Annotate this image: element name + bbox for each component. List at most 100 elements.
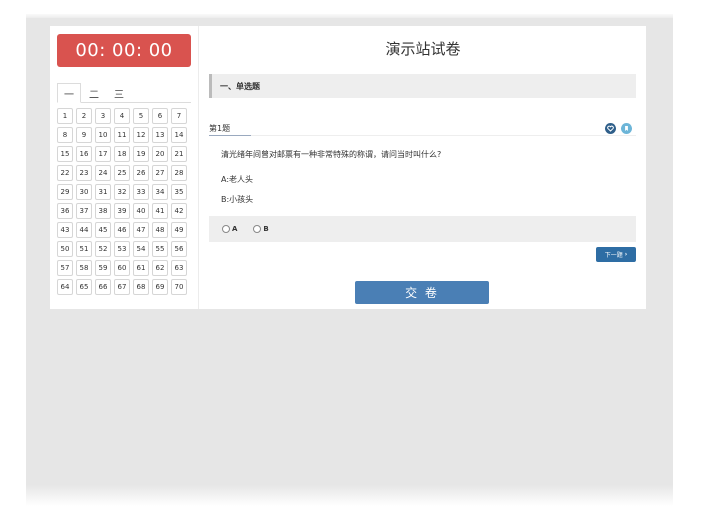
- question-number-cell[interactable]: 18: [114, 146, 130, 162]
- question-number-cell[interactable]: 68: [133, 279, 149, 295]
- question-number-cell[interactable]: 55: [152, 241, 168, 257]
- question-number-cell[interactable]: 22: [57, 165, 73, 181]
- question-number-grid: 1 2 3 4 5 6 7 8 9 10 11 12 13 14 15 16 17 18 19 20 21 22 23 24 2…: [57, 108, 191, 295]
- question-number-cell[interactable]: 15: [57, 146, 73, 162]
- question-number-cell[interactable]: 20: [152, 146, 168, 162]
- question-number-cell[interactable]: 59: [95, 260, 111, 276]
- question-number-cell[interactable]: 4: [114, 108, 130, 124]
- question-number-cell[interactable]: 12: [133, 127, 149, 143]
- option-b-text: B:小孩头: [221, 195, 254, 204]
- bookmark-icon[interactable]: [621, 123, 632, 134]
- question-number-cell[interactable]: 5: [133, 108, 149, 124]
- exam-card: 00: 00: 00 一 二 三 1 2 3 4 5 6 7 8 9 10 11 12 13 14 15 16…: [50, 26, 646, 309]
- question-number-cell[interactable]: 45: [95, 222, 111, 238]
- tab-section-1[interactable]: 一: [57, 83, 81, 103]
- next-question-label: 下一题: [604, 252, 623, 259]
- question-number-cell[interactable]: 24: [95, 165, 111, 181]
- chevron-right-icon: ›: [624, 251, 628, 258]
- heart-icon[interactable]: [605, 123, 616, 134]
- question-number-cell[interactable]: 8: [57, 127, 73, 143]
- question-number-cell[interactable]: 1: [57, 108, 73, 124]
- question-number-cell[interactable]: 16: [76, 146, 92, 162]
- question-number-cell[interactable]: 48: [152, 222, 168, 238]
- question-number-cell[interactable]: 27: [152, 165, 168, 181]
- question-number-cell[interactable]: 17: [95, 146, 111, 162]
- question-number-cell[interactable]: 54: [133, 241, 149, 257]
- next-question-button[interactable]: 下一题 ›: [596, 247, 636, 262]
- question-number-cell[interactable]: 6: [152, 108, 168, 124]
- answer-sheet-panel: 00: 00: 00 一 二 三 1 2 3 4 5 6 7 8 9 10 11 12 13 14 15 16…: [50, 26, 199, 309]
- question-number-cell[interactable]: 47: [133, 222, 149, 238]
- question-number-cell[interactable]: 38: [95, 203, 111, 219]
- question-number-cell[interactable]: 34: [152, 184, 168, 200]
- section-tabs: 一 二 三: [57, 83, 191, 103]
- question-number-cell[interactable]: 2: [76, 108, 92, 124]
- question-number-cell[interactable]: 11: [114, 127, 130, 143]
- question-number-cell[interactable]: 28: [171, 165, 187, 181]
- section-header: 一、单选题: [209, 74, 636, 98]
- question-number-cell[interactable]: 63: [171, 260, 187, 276]
- question-number-cell[interactable]: 43: [57, 222, 73, 238]
- question-number-cell[interactable]: 10: [95, 127, 111, 143]
- question-number-cell[interactable]: 58: [76, 260, 92, 276]
- frame-bottom-fade: [26, 485, 673, 506]
- option-a-text: A:老人头: [221, 175, 254, 184]
- question-number-cell[interactable]: 14: [171, 127, 187, 143]
- question-number-cell[interactable]: 57: [57, 260, 73, 276]
- question-number-cell[interactable]: 19: [133, 146, 149, 162]
- question-number-cell[interactable]: 67: [114, 279, 130, 295]
- answer-choice-b-label: B: [263, 225, 269, 233]
- question-number-cell[interactable]: 36: [57, 203, 73, 219]
- question-number-cell[interactable]: 35: [171, 184, 187, 200]
- submit-exam-button[interactable]: 交 卷: [355, 281, 489, 304]
- question-number-cell[interactable]: 31: [95, 184, 111, 200]
- question-number-cell[interactable]: 39: [114, 203, 130, 219]
- question-number-cell[interactable]: 25: [114, 165, 130, 181]
- answer-choice-bar: A B: [209, 216, 636, 242]
- answer-choice-b[interactable]: B: [253, 225, 269, 233]
- radio-a[interactable]: [222, 225, 230, 233]
- question-number-cell[interactable]: 60: [114, 260, 130, 276]
- question-number-cell[interactable]: 33: [133, 184, 149, 200]
- question-number-cell[interactable]: 53: [114, 241, 130, 257]
- question-number-cell[interactable]: 40: [133, 203, 149, 219]
- question-divider-accent: [209, 135, 251, 136]
- question-number-label: 第1题: [209, 124, 231, 133]
- radio-b[interactable]: [253, 225, 262, 233]
- question-number-cell[interactable]: 64: [57, 279, 73, 295]
- question-number-cell[interactable]: 62: [152, 260, 168, 276]
- question-number-cell[interactable]: 44: [76, 222, 92, 238]
- question-number-cell[interactable]: 37: [76, 203, 92, 219]
- question-number-cell[interactable]: 41: [152, 203, 168, 219]
- question-number-cell[interactable]: 30: [76, 184, 92, 200]
- question-number-cell[interactable]: 69: [152, 279, 168, 295]
- question-number-cell[interactable]: 49: [171, 222, 187, 238]
- question-divider: [209, 135, 636, 136]
- question-number-cell[interactable]: 46: [114, 222, 130, 238]
- question-number-cell[interactable]: 7: [171, 108, 187, 124]
- question-number-cell[interactable]: 26: [133, 165, 149, 181]
- answer-choice-a[interactable]: A: [222, 225, 237, 233]
- question-number-cell[interactable]: 42: [171, 203, 187, 219]
- tab-section-3[interactable]: 三: [107, 83, 131, 103]
- question-number-cell[interactable]: 23: [76, 165, 92, 181]
- question-number-cell[interactable]: 51: [76, 241, 92, 257]
- question-number-cell[interactable]: 52: [95, 241, 111, 257]
- answer-choice-a-label: A: [232, 225, 238, 233]
- question-number-cell[interactable]: 56: [171, 241, 187, 257]
- question-number-cell[interactable]: 65: [76, 279, 92, 295]
- question-number-cell[interactable]: 21: [171, 146, 187, 162]
- tab-section-2[interactable]: 二: [82, 83, 106, 103]
- question-number-cell[interactable]: 32: [114, 184, 130, 200]
- question-text: 清光绪年间曾对邮票有一种非常特殊的称谓，请问当时叫什么?: [221, 150, 442, 159]
- question-number-cell[interactable]: 3: [95, 108, 111, 124]
- question-number-cell[interactable]: 61: [133, 260, 149, 276]
- question-number-cell[interactable]: 9: [76, 127, 92, 143]
- question-number-cell[interactable]: 29: [57, 184, 73, 200]
- exam-title: 演示站试卷: [385, 40, 461, 58]
- question-number-cell[interactable]: 50: [57, 241, 73, 257]
- countdown-timer: 00: 00: 00: [57, 34, 191, 67]
- question-number-cell[interactable]: 13: [152, 127, 168, 143]
- question-number-cell[interactable]: 70: [171, 279, 187, 295]
- question-number-cell[interactable]: 66: [95, 279, 111, 295]
